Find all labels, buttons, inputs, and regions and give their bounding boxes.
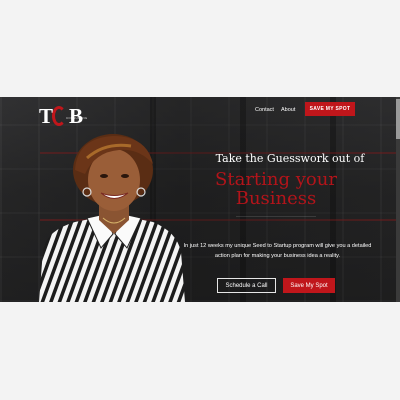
logo-letter-b: B	[69, 104, 84, 128]
scrollbar-thumb[interactable]	[396, 99, 400, 139]
main-nav: Contact About	[255, 103, 302, 117]
nav-link-contact[interactable]: Contact	[255, 107, 274, 113]
save-spot-button[interactable]: Save My Spot	[283, 278, 335, 293]
page: T CONSULTING B Contact About SAVE MY SPO…	[0, 0, 400, 400]
hero-portrait	[35, 130, 185, 302]
headline-divider	[236, 216, 316, 217]
nav-link-about[interactable]: About	[281, 107, 295, 113]
logo-ring	[52, 106, 66, 126]
hero-headline: Take the Guesswork out of	[215, 152, 365, 165]
schedule-call-button[interactable]: Schedule a Call	[217, 278, 276, 293]
hero-description: In just 12 weeks my unique Seed to Start…	[183, 243, 372, 259]
nav-save-spot-button[interactable]: SAVE MY SPOT	[305, 102, 355, 116]
site-logo[interactable]: T CONSULTING B	[39, 104, 87, 128]
hero-headline-accent: Starting your Business	[215, 169, 337, 209]
logo-letter-t: T	[39, 104, 54, 128]
